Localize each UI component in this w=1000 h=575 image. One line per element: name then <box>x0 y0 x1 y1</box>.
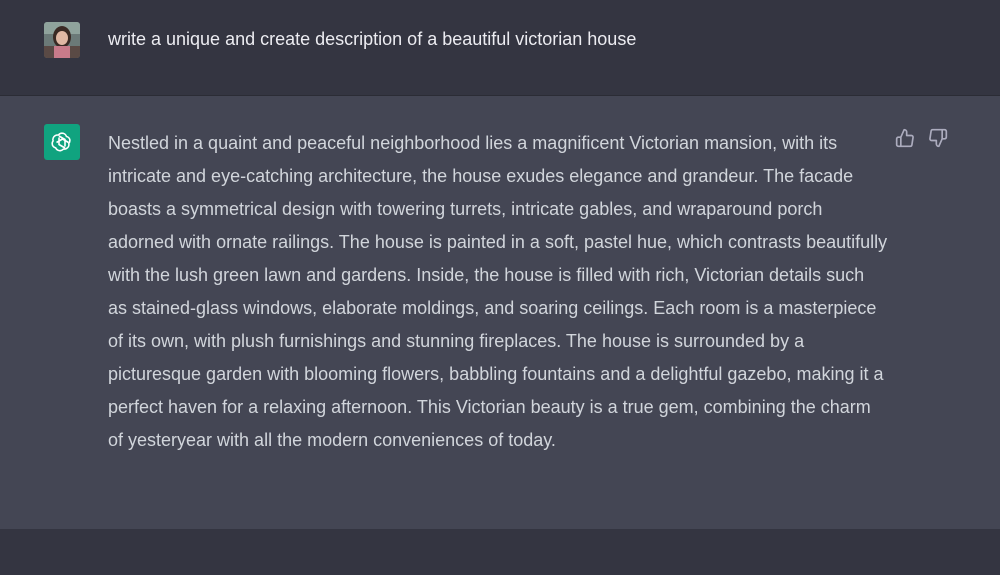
thumbs-down-icon[interactable] <box>928 128 948 148</box>
thumbs-up-icon[interactable] <box>895 128 915 148</box>
user-avatar <box>44 22 80 58</box>
assistant-message-text: Nestled in a quaint and peaceful neighbo… <box>108 127 888 457</box>
openai-logo-icon <box>44 124 80 160</box>
user-message-row: write a unique and create description of… <box>0 0 1000 96</box>
assistant-message-row: Nestled in a quaint and peaceful neighbo… <box>0 96 1000 529</box>
user-message-text: write a unique and create description of… <box>108 29 637 49</box>
bottom-area <box>0 529 1000 575</box>
assistant-message-paragraph: Nestled in a quaint and peaceful neighbo… <box>108 133 888 450</box>
